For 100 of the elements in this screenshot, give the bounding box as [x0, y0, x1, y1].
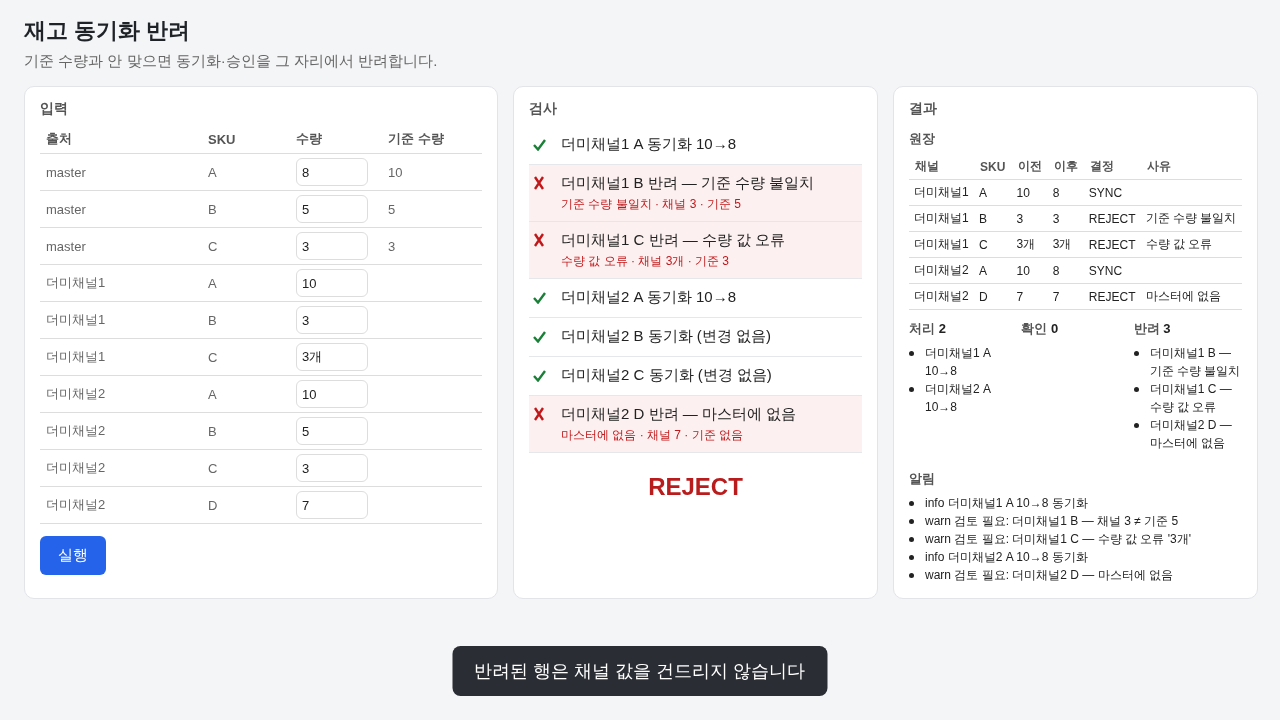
table-cell: 7 — [1052, 289, 1060, 304]
alert-item: warn 검토 필요: 더미채널2 D — 마스터에 없음 — [925, 567, 1174, 584]
quantity-field[interactable]: 7 — [296, 491, 368, 519]
bullet-icon — [909, 555, 914, 560]
column-header: 이후 — [1047, 154, 1084, 180]
table-cell: C — [202, 338, 290, 376]
quantity-field[interactable]: 10 — [296, 269, 368, 297]
column-header: 결정 — [1083, 154, 1141, 180]
table-cell: C — [979, 237, 988, 252]
check-icon — [533, 331, 546, 343]
table-cell: D — [202, 486, 290, 524]
card-title: 검사 — [529, 100, 557, 118]
table-cell: 3개 — [1052, 237, 1072, 251]
table-cell: C — [202, 449, 290, 487]
check-icon — [533, 139, 546, 151]
table-cell: SYNC — [1088, 185, 1123, 200]
check-icon — [533, 370, 546, 382]
table-cell: B — [979, 211, 987, 226]
bullet-icon — [1133, 423, 1139, 428]
verdict-text: REJECT — [648, 473, 743, 500]
table-cell: REJECT — [1088, 289, 1136, 304]
table-cell: REJECT — [1088, 237, 1136, 252]
cross-icon — [533, 407, 545, 421]
table-cell: 5 — [388, 201, 396, 217]
table-cell: 수량 값 오류 — [1145, 237, 1213, 251]
page-title: 재고 동기화 반려 — [24, 17, 191, 45]
table-cell: D — [979, 289, 988, 304]
table-cell: 3개 — [1016, 237, 1036, 251]
toast-message: 반려된 행은 채널 값을 건드리지 않습니다 — [452, 646, 828, 696]
group-heading: 확인 0 — [1021, 320, 1060, 338]
alert-item: info 더미채널1 A 10→8 동기화 — [925, 495, 1088, 512]
check-text: 더미채널2 A 동기화 10→8 — [561, 287, 737, 307]
alert-item: warn 검토 필요: 더미채널1 B — 채널 3 ≠ 기준 5 — [925, 513, 1179, 530]
section-title: 알림 — [909, 470, 935, 488]
table-cell: A — [202, 264, 290, 302]
column-header: 기준 수량 — [382, 126, 482, 154]
quantity-field[interactable]: 10 — [296, 380, 368, 408]
quantity-field[interactable]: 5 — [296, 195, 368, 223]
table-cell: 8 — [1052, 263, 1060, 278]
table-cell: 더미채널2 — [914, 263, 969, 277]
bullet-icon — [909, 387, 914, 392]
quantity-field[interactable]: 8 — [296, 158, 368, 186]
table-cell: 3 — [1016, 211, 1024, 226]
check-text: 더미채널1 B 반려 — 기준 수량 불일치 — [561, 173, 815, 193]
table-cell: 더미채널1 — [914, 185, 969, 199]
alert-item: warn 검토 필요: 더미채널1 C — 수량 값 오류 '3개' — [925, 531, 1191, 548]
table-cell: 3 — [388, 238, 396, 254]
check-text: 더미채널2 D 반려 — 마스터에 없음 — [561, 404, 796, 424]
alert-item: info 더미채널2 A 10→8 동기화 — [925, 549, 1088, 566]
column-header: 이전 — [1011, 154, 1048, 180]
column-header: 채널 — [909, 154, 974, 180]
check-icon — [533, 292, 546, 304]
table-cell: 10 — [388, 164, 403, 180]
list-item: 더미채널2 D — 마스터에 없음 — [1149, 417, 1233, 452]
check-text: 더미채널1 C 반려 — 수량 값 오류 — [561, 230, 786, 250]
page-subtitle: 기준 수량과 안 맞으면 동기화·승인을 그 자리에서 반려합니다. — [24, 52, 439, 71]
quantity-field[interactable]: 3 — [296, 306, 368, 334]
quantity-field[interactable]: 3 — [296, 454, 368, 482]
table-cell: REJECT — [1088, 211, 1136, 226]
table-cell: 더미채널1 — [914, 237, 969, 251]
table-cell: 10 — [1016, 263, 1030, 278]
column-header: SKU — [974, 154, 1012, 180]
table-cell: 더미채널1 — [40, 264, 202, 302]
run-button[interactable]: 실행 — [40, 536, 106, 575]
table-cell: 더미채널2 — [40, 375, 202, 413]
table-cell: 기준 수량 불일치 — [1145, 211, 1237, 225]
table-cell: 더미채널2 — [40, 486, 202, 524]
table-cell: A — [979, 263, 987, 278]
group-heading: 반려 3 — [1133, 320, 1172, 338]
list-item: 더미채널1 B — 기준 수량 불일치 — [1149, 345, 1242, 380]
table-cell: 더미채널2 — [40, 412, 202, 450]
table-cell: SYNC — [1088, 263, 1123, 278]
table-cell: 마스터에 없음 — [1145, 289, 1222, 303]
table-cell: 더미채널1 — [914, 211, 969, 225]
bullet-icon — [909, 573, 914, 578]
column-header: 출처 — [40, 126, 202, 154]
check-detail: 마스터에 없음 · 채널 7 · 기준 없음 — [561, 427, 743, 444]
table-cell: 더미채널2 — [914, 289, 969, 303]
check-detail: 수량 값 오류 · 채널 3개 · 기준 3 — [561, 253, 729, 270]
quantity-field[interactable]: 5 — [296, 417, 368, 445]
check-text: 더미채널2 C 동기화 (변경 없음) — [561, 365, 772, 385]
table-cell: 더미채널1 — [40, 301, 202, 339]
list-item: 더미채널2 A 10→8 — [925, 381, 992, 416]
table-cell: B — [202, 301, 290, 339]
check-text: 더미채널2 B 동기화 (변경 없음) — [561, 326, 771, 346]
check-text: 더미채널1 A 동기화 10→8 — [561, 134, 737, 154]
bullet-icon — [1133, 351, 1139, 356]
quantity-field[interactable]: 3개 — [296, 343, 368, 371]
list-item: 더미채널1 A 10→8 — [925, 345, 992, 380]
list-item: 더미채널1 C — 수량 값 오류 — [1149, 381, 1233, 416]
table-cell: 7 — [1016, 289, 1024, 304]
column-header: 수량 — [290, 126, 382, 154]
cross-icon — [533, 176, 545, 190]
card-title: 입력 — [40, 100, 68, 118]
column-header: SKU — [202, 126, 290, 154]
table-cell: 더미채널1 — [40, 338, 202, 376]
card-title: 결과 — [909, 100, 937, 118]
bullet-icon — [909, 351, 914, 356]
quantity-field[interactable]: 3 — [296, 232, 368, 260]
cross-icon — [533, 233, 545, 247]
